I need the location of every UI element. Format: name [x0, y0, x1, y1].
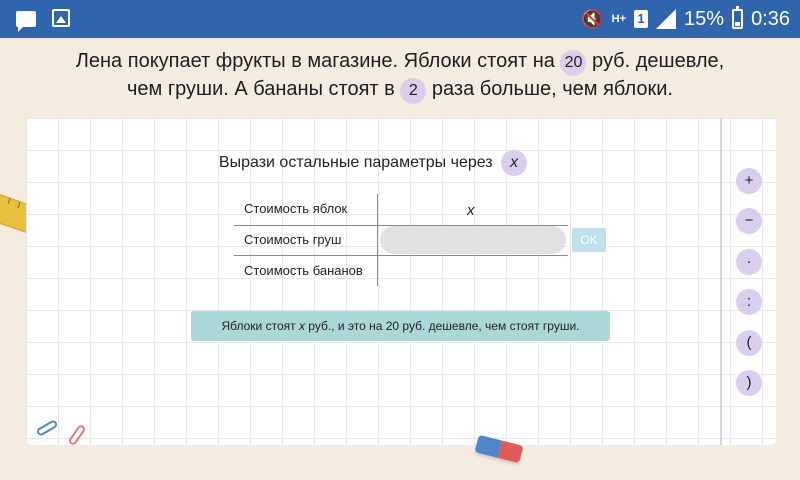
signal-icon	[656, 9, 677, 29]
battery-icon	[732, 6, 744, 29]
message-notification-icon	[16, 11, 36, 32]
number-badge: 20	[560, 50, 587, 76]
minus-key[interactable]: −	[736, 208, 762, 234]
status-bar: 🔇 H+ 1 15% 0:36	[0, 0, 800, 38]
keypad-divider	[720, 118, 722, 445]
ok-button[interactable]: OK	[572, 228, 606, 252]
apples-value: x	[467, 202, 475, 219]
row-label-apples: Стоимость яблок	[244, 201, 348, 216]
image-notification-icon	[52, 9, 70, 27]
row-label-pears: Стоимость груш	[244, 232, 342, 247]
plus-key[interactable]: +	[736, 168, 762, 194]
network-type-label: H+	[611, 12, 627, 25]
divide-key[interactable]: :	[736, 289, 762, 315]
close-paren-key[interactable]: )	[736, 370, 762, 396]
number-badge: 2	[400, 78, 427, 104]
table-divider	[377, 194, 378, 286]
clock: 0:36	[751, 7, 790, 30]
table-rule	[234, 255, 568, 256]
pears-answer-input[interactable]	[380, 226, 566, 254]
mute-icon: 🔇	[581, 9, 604, 29]
problem-text: Лена покупает фрукты в магазине. Яблоки …	[75, 50, 555, 72]
sim-icon: 1	[634, 10, 649, 28]
row-label-bananas: Стоимость бананов	[244, 263, 363, 278]
hint-text: Яблоки стоят	[221, 319, 299, 333]
task-title: Вырази остальные параметры через x	[26, 150, 720, 176]
problem-text: руб. дешевле,	[592, 50, 725, 72]
hint-message: Яблоки стоят x руб., и это на 20 руб. де…	[191, 311, 610, 341]
variable-badge: x	[501, 150, 528, 176]
battery-percent: 15%	[684, 7, 725, 30]
task-card: Вырази остальные параметры через x Стоим…	[26, 118, 776, 445]
problem-text: раза больше, чем яблоки.	[431, 78, 673, 100]
hint-text: руб., и это на 20 руб. дешевле, чем стоя…	[304, 319, 580, 333]
open-paren-key[interactable]: (	[736, 330, 762, 356]
multiply-key[interactable]: ·	[736, 249, 762, 275]
problem-statement: Лена покупает фрукты в магазине. Яблоки …	[40, 48, 760, 104]
problem-text: чем груши. А бананы стоят в	[126, 78, 395, 100]
task-title-text: Вырази остальные параметры через	[218, 154, 493, 171]
